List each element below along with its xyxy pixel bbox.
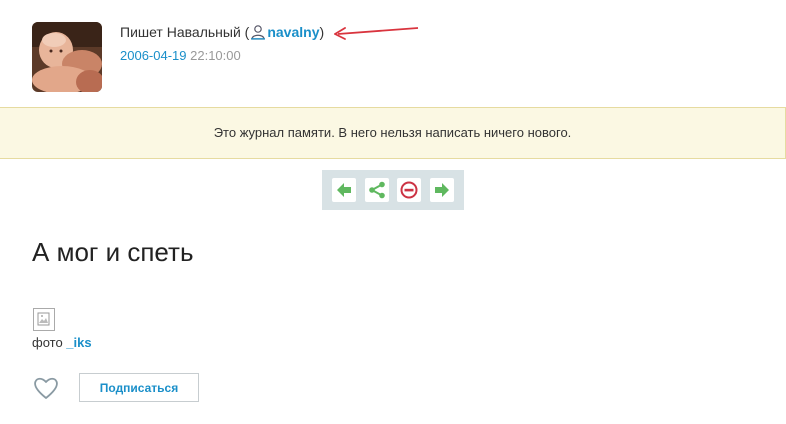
username-link[interactable]: navalny: [267, 24, 319, 40]
share-icon: [368, 181, 385, 199]
post-time: 22:10:00: [190, 48, 241, 63]
post-date[interactable]: 2006-04-19: [120, 48, 187, 63]
report-button[interactable]: [397, 178, 422, 202]
annotation-arrow-icon: [334, 27, 419, 40]
photo-credit-link[interactable]: _iks: [66, 335, 91, 350]
broken-image-icon: [33, 308, 55, 331]
post-title: А мог и спеть: [32, 237, 194, 267]
date-line: 2006-04-19 22:10:00: [120, 47, 324, 65]
author-line: Пишет Навальный ( navalny): [120, 22, 324, 45]
previous-entry-button[interactable]: [332, 178, 357, 202]
avatar[interactable]: [32, 22, 102, 92]
share-button[interactable]: [364, 178, 389, 202]
entry-toolbar: [322, 170, 464, 210]
arrow-left-icon: [337, 183, 352, 197]
subscribe-button[interactable]: Подписаться: [79, 373, 199, 402]
author-suffix: ): [319, 24, 325, 40]
photo-credit-line: фото _iks: [32, 334, 92, 352]
post-meta: Пишет Навальный ( navalny) 2006-04-19 22:…: [120, 22, 324, 65]
notice-text: Это журнал памяти. В него нельзя написат…: [213, 125, 572, 140]
photo-label: фото: [32, 335, 67, 350]
author-prefix: Пишет Навальный (: [120, 24, 250, 40]
post-header: Пишет Навальный ( navalny) 2006-04-19 22:…: [32, 22, 732, 94]
like-button[interactable]: [32, 374, 60, 402]
memorial-notice: Это журнал памяти. В него нельзя написат…: [0, 107, 786, 159]
heart-icon: [34, 377, 58, 399]
next-entry-button[interactable]: [429, 178, 454, 202]
user-icon[interactable]: [250, 24, 266, 45]
arrow-right-icon: [434, 183, 449, 197]
avatar-image: [32, 22, 102, 92]
no-entry-icon: [400, 181, 418, 199]
